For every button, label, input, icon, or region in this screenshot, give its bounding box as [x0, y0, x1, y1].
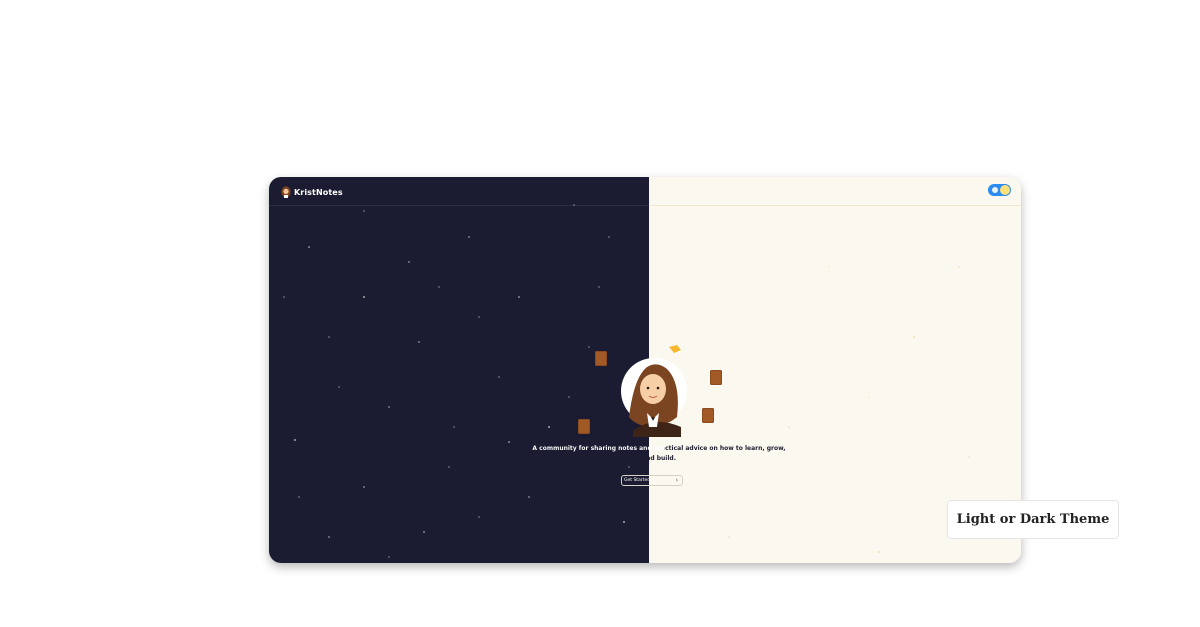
brand[interactable]: KristNotes	[281, 185, 343, 199]
navbar-divider-light	[649, 205, 1021, 206]
chevron-right-icon: ›	[675, 476, 678, 484]
feature-caption: Light or Dark Theme	[947, 500, 1119, 539]
get-started-label: Get Started	[624, 478, 651, 483]
get-started-button[interactable]: Get Started ›	[621, 475, 683, 486]
app-preview-window: KristNotes A community for sharing notes…	[269, 177, 1021, 563]
brand-name: KristNotes	[294, 187, 343, 197]
navbar-divider-dark	[269, 205, 649, 206]
feature-caption-text: Light or Dark Theme	[956, 512, 1110, 527]
pencil-icon	[669, 345, 681, 353]
avatar-logo-icon	[281, 186, 291, 198]
sun-icon	[1000, 185, 1010, 195]
cloud-icon	[992, 187, 998, 193]
theme-toggle[interactable]	[988, 184, 1011, 196]
hero-illustration	[578, 345, 722, 437]
hero-tagline: A community for sharing notes and practi…	[532, 445, 786, 462]
